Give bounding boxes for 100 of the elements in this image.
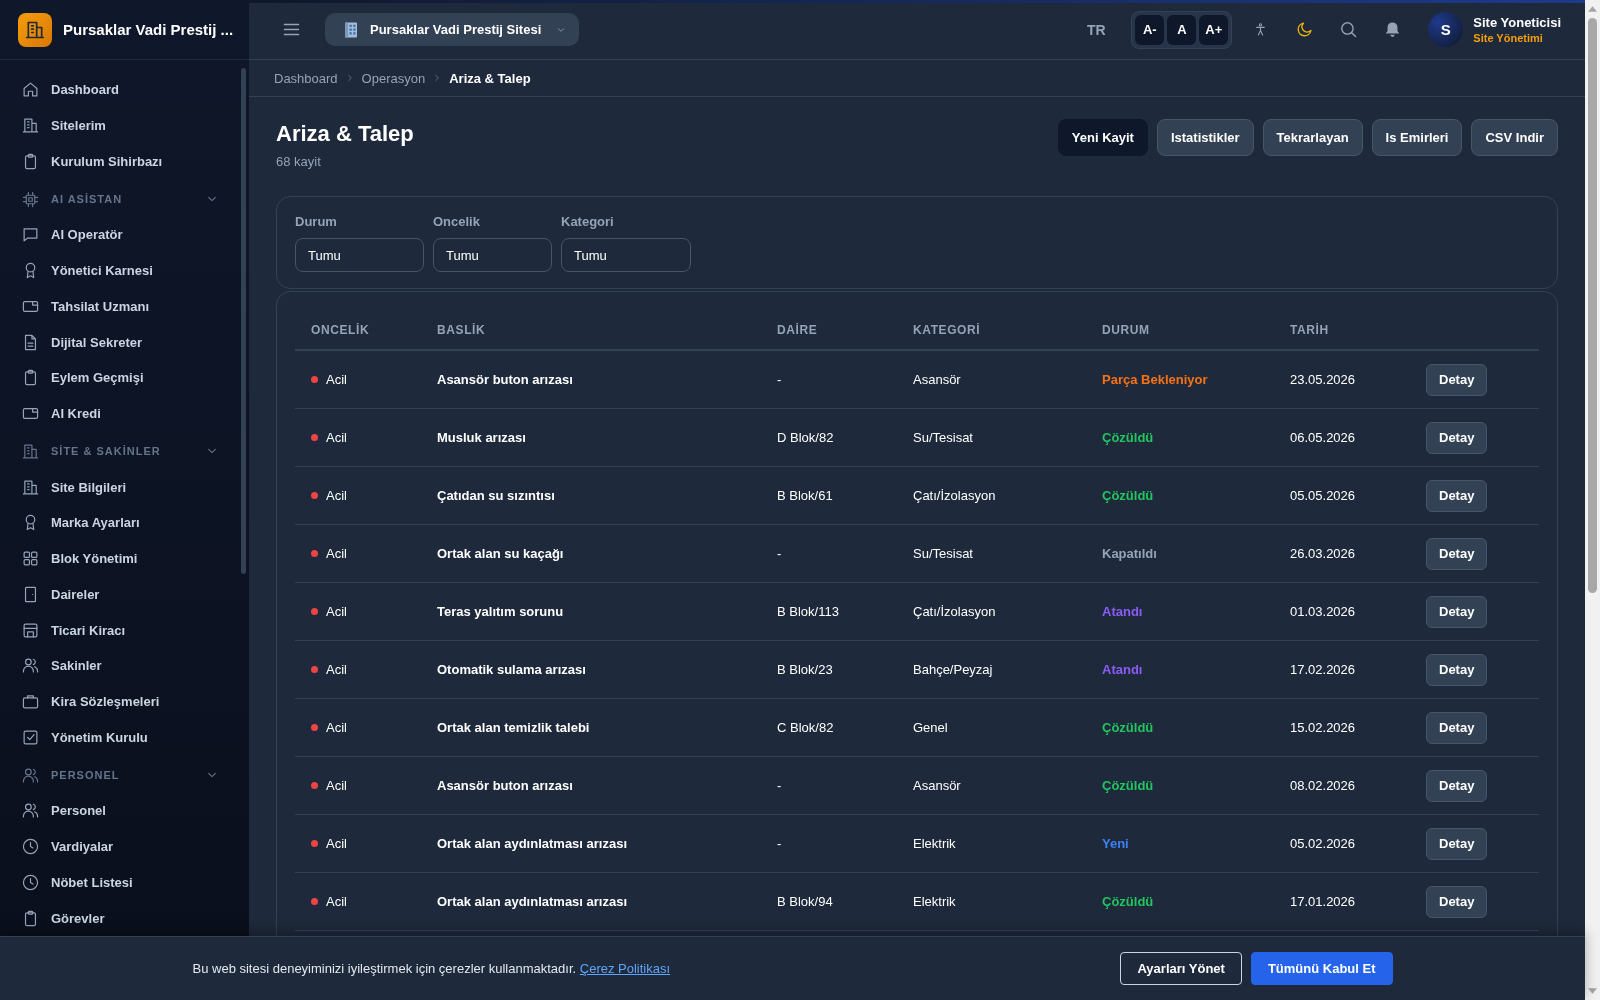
- table-cell: 15.02.2026: [1290, 720, 1356, 735]
- breadcrumb-link[interactable]: Operasyon: [361, 70, 426, 86]
- sidebar-item[interactable]: Nöbet Listesi: [8, 864, 237, 901]
- table-cell: Su/Tesisat: [913, 546, 973, 561]
- building-icon: [22, 478, 39, 496]
- csv-download-button[interactable]: CSV Indir: [1471, 119, 1558, 156]
- detail-button[interactable]: Detay: [1426, 827, 1488, 860]
- table-cell: Asansör buton arızası: [437, 778, 573, 793]
- status-label: Parça Bekleniyor: [1102, 372, 1208, 387]
- table-cell: Asansör: [913, 372, 961, 387]
- priority-label: Acil: [326, 604, 347, 619]
- sidebar-item[interactable]: Personel: [8, 793, 237, 829]
- sidebar-item[interactable]: Ticari Kiracı: [8, 612, 237, 648]
- sidebar-item[interactable]: Kurulum Sihirbazı: [8, 143, 237, 180]
- detail-button[interactable]: Detay: [1426, 711, 1488, 744]
- table-cell: Çatı/İzolasyon: [913, 488, 996, 503]
- table-cell: Ortak alan su kaçağı: [437, 546, 564, 561]
- table-cell: 05.05.2026: [1290, 488, 1356, 503]
- sidebar-item[interactable]: Kira Sözleşmeleri: [8, 683, 237, 720]
- font-size-button[interactable]: A-: [1135, 14, 1165, 45]
- briefcase-icon: [22, 693, 39, 711]
- priority-label: Acil: [326, 720, 347, 735]
- table-cell: B Blok/61: [777, 488, 833, 503]
- table-cell: Çatı/İzolasyon: [913, 604, 996, 619]
- sidebar-item[interactable]: Tahsilat Uzmanı: [8, 288, 237, 325]
- sidebar-item[interactable]: Eylem Geçmişi: [8, 360, 237, 396]
- table-cell: -: [777, 836, 782, 851]
- sidebar-item[interactable]: Site Bilgileri: [8, 469, 237, 505]
- priority-label: Acil: [326, 778, 347, 793]
- table-cell: Elektrik: [913, 836, 956, 851]
- work-orders-button[interactable]: Is Emirleri: [1371, 119, 1463, 156]
- detail-button[interactable]: Detay: [1426, 479, 1488, 512]
- table-cell: B Blok/23: [777, 662, 833, 677]
- accept-cookies-button[interactable]: Tümünü Kabul Et: [1250, 952, 1393, 985]
- priority-label: Acil: [326, 430, 347, 445]
- filter-select[interactable]: Tumu: [295, 238, 424, 272]
- chevron-right-icon: [433, 74, 442, 82]
- table-cell: 23.05.2026: [1290, 372, 1356, 387]
- detail-button[interactable]: Detay: [1426, 595, 1488, 628]
- font-size-button[interactable]: A: [1167, 14, 1197, 45]
- status-label: Çözüldü: [1102, 778, 1154, 793]
- breadcrumb-link[interactable]: Dashboard: [274, 70, 338, 86]
- site-selector[interactable]: Pursaklar Vadi Prestij Sitesi: [325, 13, 580, 46]
- chevron-right-icon: [345, 74, 354, 82]
- users-icon: [22, 657, 39, 675]
- scrollbar-thumb[interactable]: [1588, 18, 1597, 593]
- sidebar-item[interactable]: Dijital Sekreter: [8, 324, 237, 360]
- sidebar-item[interactable]: AI Operatör: [8, 217, 237, 253]
- storefront-icon: [22, 621, 39, 639]
- sidebar-item[interactable]: Sitelerim: [8, 107, 237, 144]
- breadcrumb-current: Ariza & Talep: [449, 70, 531, 86]
- table-cell: 01.03.2026: [1290, 604, 1356, 619]
- clipboard-icon: [22, 909, 39, 927]
- column-header: ONCELİK: [311, 322, 370, 337]
- clock-icon: [22, 838, 39, 856]
- language-button[interactable]: TR: [1078, 11, 1115, 48]
- recurring-button[interactable]: Tekrarlayan: [1262, 119, 1363, 156]
- font-size-button[interactable]: A+: [1199, 14, 1229, 45]
- detail-button[interactable]: Detay: [1426, 769, 1488, 802]
- page-title: Ariza & Talep: [276, 120, 414, 148]
- filter-select[interactable]: Tumu: [433, 238, 552, 272]
- accessibility-icon: [1253, 22, 1267, 37]
- scrollbar-thumb[interactable]: [241, 68, 246, 574]
- table-cell: 17.01.2026: [1290, 894, 1356, 909]
- status-label: Yeni: [1102, 836, 1129, 851]
- sidebar-item[interactable]: Yönetici Karnesi: [8, 252, 237, 289]
- detail-button[interactable]: Detay: [1426, 363, 1488, 396]
- cpu-chip-icon: [22, 190, 39, 208]
- sidebar-item[interactable]: Dashboard: [8, 72, 237, 108]
- status-label: Atandı: [1102, 662, 1143, 677]
- column-header: KATEGORİ: [913, 322, 981, 337]
- filter-select[interactable]: Tumu: [561, 238, 691, 272]
- sidebar-item[interactable]: Blok Yönetimi: [8, 540, 237, 577]
- home-icon: [22, 81, 39, 99]
- check-square-icon: [22, 728, 39, 746]
- sidebar-section-toggle[interactable]: PERSONEL: [8, 757, 237, 793]
- sidebar-item[interactable]: Marka Ayarları: [8, 505, 237, 541]
- sidebar-section-toggle[interactable]: AI ASİSTAN: [8, 181, 237, 217]
- statistics-button[interactable]: Istatistikler: [1156, 119, 1254, 156]
- sidebar-item[interactable]: Görevler: [8, 900, 237, 936]
- cookie-settings-button[interactable]: Ayarları Yönet: [1120, 952, 1242, 985]
- sidebar-item[interactable]: Sakinler: [8, 648, 237, 684]
- sidebar-section-toggle[interactable]: SİTE & SAKİNLER: [8, 433, 237, 470]
- sidebar-item[interactable]: Daireler: [8, 576, 237, 613]
- user-avatar[interactable]: S: [1428, 12, 1464, 47]
- sidebar-item[interactable]: Vardiyalar: [8, 828, 237, 865]
- table-cell: D Blok/82: [777, 430, 834, 445]
- table-cell: Asansör: [913, 778, 961, 793]
- users-icon: [22, 802, 39, 820]
- caret-up-icon: [1588, 6, 1597, 12]
- detail-button[interactable]: Detay: [1426, 653, 1488, 686]
- priority-label: Acil: [326, 662, 347, 677]
- new-record-button[interactable]: Yeni Kayit: [1057, 119, 1148, 156]
- detail-button[interactable]: Detay: [1426, 885, 1488, 918]
- detail-button[interactable]: Detay: [1426, 537, 1488, 570]
- detail-button[interactable]: Detay: [1426, 421, 1488, 454]
- cookie-policy-link[interactable]: Çerez Politikası: [579, 961, 671, 976]
- sidebar-item[interactable]: AI Kredi: [8, 395, 237, 432]
- caret-down-icon: [1588, 988, 1597, 994]
- sidebar-item[interactable]: Yönetim Kurulu: [8, 719, 237, 756]
